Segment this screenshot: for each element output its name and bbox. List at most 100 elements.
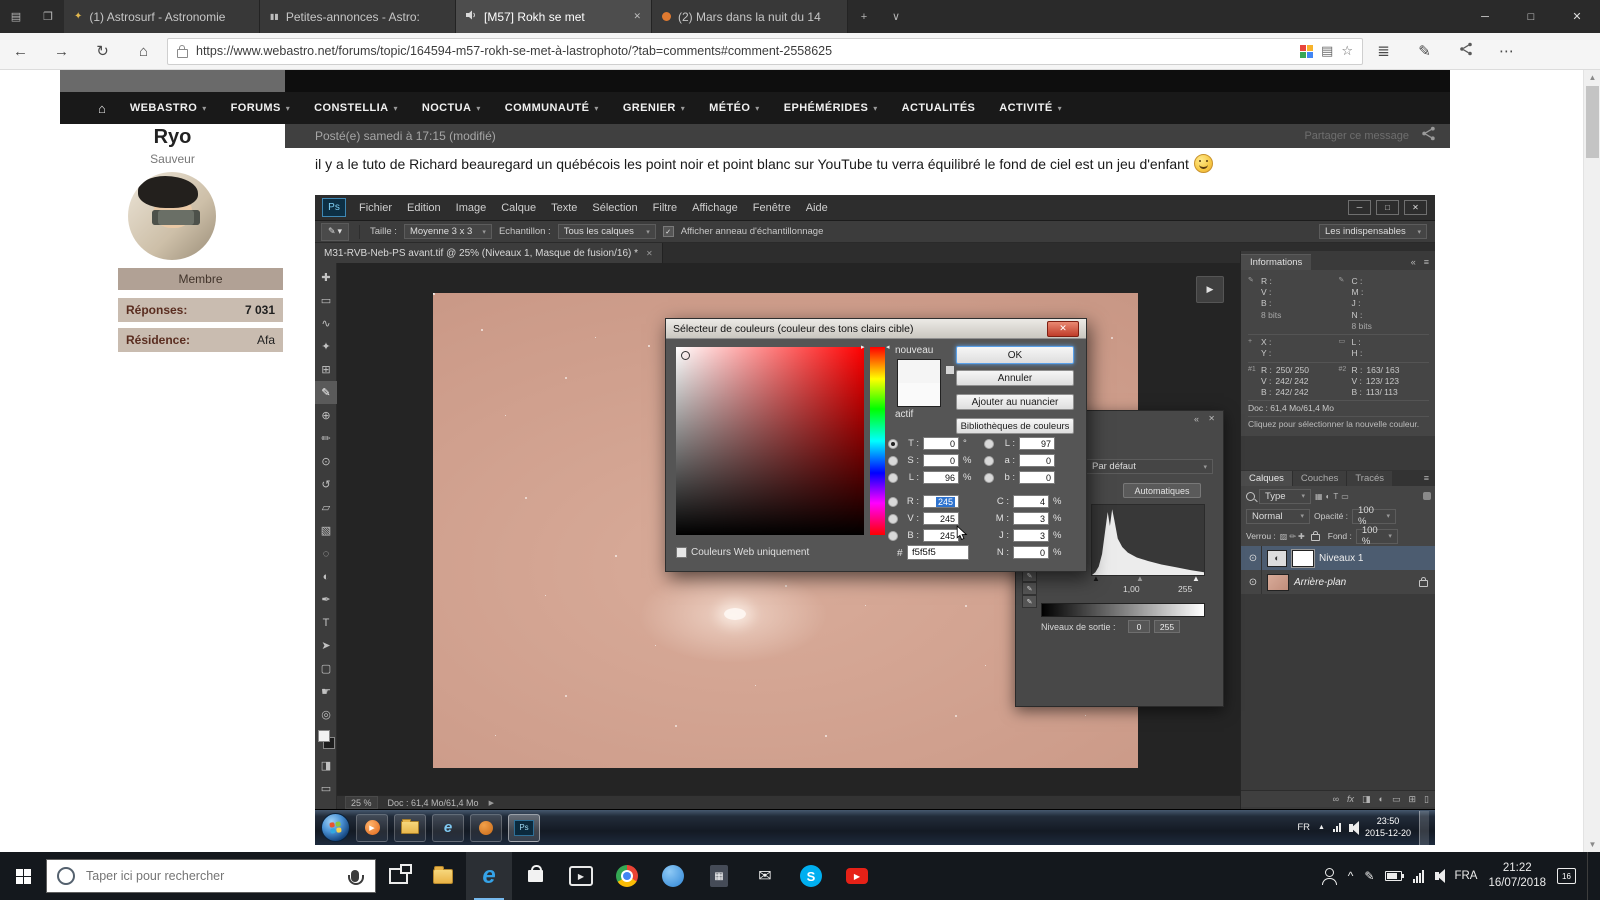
nav-item-actualites[interactable]: ACTUALITÉS [902, 102, 976, 114]
nav-item-activite[interactable]: ACTIVITÉ ▾ [999, 102, 1062, 114]
cortana-icon[interactable] [57, 867, 75, 885]
scroll-up-arrow[interactable]: ▲ [1584, 73, 1600, 82]
link-layers-icon[interactable]: ∞ [1333, 794, 1339, 804]
scroll-down-arrow[interactable]: ▼ [1584, 840, 1600, 849]
windows-ink-pen-icon[interactable]: ✎ [1364, 869, 1374, 883]
window-minimize-button[interactable]: ─ [1462, 0, 1508, 33]
tab-calques[interactable]: Calques [1241, 471, 1292, 486]
share-icon[interactable] [1445, 42, 1486, 60]
mask-thumbnail[interactable] [1291, 548, 1315, 568]
add-mask-icon[interactable]: ◨ [1362, 794, 1371, 805]
dock-collapse-icon[interactable]: « [1411, 257, 1416, 267]
start-button[interactable] [0, 852, 46, 900]
hub-icon[interactable]: ≣ [1363, 42, 1404, 60]
nav-item-forums[interactable]: FORUMS ▾ [231, 102, 291, 114]
network-icon[interactable] [1413, 869, 1425, 883]
speaker-icon[interactable] [1435, 869, 1446, 883]
menu-filtre[interactable]: Filtre [653, 202, 677, 214]
nav-item-grenier[interactable]: GRENIER ▾ [623, 102, 685, 114]
r-input[interactable]: 245 [923, 495, 959, 508]
type-tool[interactable]: T [315, 611, 337, 634]
output-low-field[interactable]: 0 [1128, 620, 1150, 633]
radio-b[interactable] [888, 530, 898, 541]
t-input[interactable]: 0 [923, 437, 959, 450]
refresh-button[interactable]: ↻ [82, 42, 123, 60]
foreground-color[interactable] [318, 730, 330, 742]
taskbar-video-app[interactable]: ▶ [558, 852, 604, 900]
new-adjustment-icon[interactable]: ◐ [1379, 794, 1384, 804]
levels-midtone-value[interactable]: 1,00 [1123, 584, 1140, 594]
show-desktop-button[interactable] [1587, 852, 1594, 900]
menu-texte[interactable]: Texte [551, 202, 577, 214]
hand-tool[interactable]: ☛ [315, 680, 337, 703]
taskbar-youtube[interactable]: ▶ [834, 852, 880, 900]
marquee-tool[interactable]: ▭ [315, 289, 337, 312]
url-text[interactable]: https://www.webastro.net/forums/topic/16… [196, 44, 1292, 58]
win7-show-desktop[interactable] [1419, 810, 1429, 845]
s-input[interactable]: 0 [923, 454, 959, 467]
hue-marker-left[interactable]: ▸ [861, 343, 865, 351]
taskbar-chrome[interactable] [604, 852, 650, 900]
new-group-icon[interactable]: ▭ [1392, 794, 1401, 805]
picker-title-bar[interactable]: Sélecteur de couleurs (couleur des tons … [666, 319, 1086, 339]
nav-item-meteo[interactable]: MÉTÉO ▾ [709, 102, 760, 114]
reading-view-icon[interactable]: ▤ [1321, 43, 1333, 59]
panel-menu-icon[interactable]: ≡ [1424, 473, 1429, 483]
radio-r[interactable] [888, 496, 898, 507]
levels-preset-dropdown[interactable]: Par défaut ▾ [1086, 459, 1213, 474]
c-input[interactable]: 4 [1013, 495, 1049, 508]
panel-collapse-icon[interactable]: « [1194, 414, 1199, 424]
radio-l[interactable] [888, 472, 898, 483]
win7-network-icon[interactable] [1332, 823, 1341, 832]
zoom-level[interactable]: 25 % [345, 796, 378, 809]
layer-thumbnail[interactable] [1267, 573, 1289, 591]
blur-tool[interactable]: ◌ [315, 542, 337, 565]
hue-marker-right[interactable]: ◂ [886, 343, 890, 351]
taskbar-skype[interactable]: S [788, 852, 834, 900]
audio-speaker-icon[interactable] [466, 10, 477, 23]
collapsed-panel-button[interactable]: ▶ [1196, 276, 1224, 303]
new-tab-button[interactable]: + [848, 0, 880, 33]
hidden-icons-chevron[interactable]: ^ [1348, 869, 1354, 883]
layer-name[interactable]: Arrière-plan [1294, 577, 1346, 588]
layer-styles-icon[interactable]: fx [1347, 794, 1354, 804]
fill-dropdown[interactable]: 100 % ▾ [1355, 525, 1398, 547]
menu-aide[interactable]: Aide [806, 202, 828, 214]
browser-tab-mars[interactable]: (2) Mars dans la nuit du 14 [652, 0, 848, 33]
forward-button[interactable]: → [41, 43, 82, 60]
share-post-icon[interactable] [1421, 126, 1436, 146]
window-close-button[interactable]: ✕ [1554, 0, 1600, 33]
delete-layer-icon[interactable]: ▯ [1424, 794, 1429, 805]
b-input[interactable]: 245 [923, 529, 959, 542]
history-brush-tool[interactable]: ↺ [315, 473, 337, 496]
avatar[interactable] [128, 172, 216, 260]
m-input[interactable]: 3 [1013, 512, 1049, 525]
levels-white-value[interactable]: 255 [1178, 584, 1192, 594]
taskbar-calculator[interactable]: ▦ [696, 852, 742, 900]
tab-preview-toggle-icon[interactable]: ▤ [0, 0, 32, 33]
nav-item-noctua[interactable]: NOCTUA ▾ [422, 102, 481, 114]
taskbar-clock[interactable]: 21:22 16/07/2018 [1488, 861, 1546, 891]
nav-item-communaute[interactable]: COMMUNAUTÉ ▾ [505, 102, 599, 114]
dodge-tool[interactable]: ◐ [315, 565, 337, 588]
gray-eyedropper[interactable]: ✎ [1022, 582, 1037, 595]
home-button[interactable]: ⌂ [123, 43, 164, 60]
win7-speaker-icon[interactable] [1348, 820, 1359, 835]
menu-edition[interactable]: Edition [407, 202, 441, 214]
levels-auto-button[interactable]: Automatiques [1123, 483, 1201, 498]
forum-home-icon[interactable]: ⌂ [98, 101, 106, 116]
j-input[interactable]: 3 [1013, 529, 1049, 542]
lock-all-icon[interactable] [1310, 531, 1320, 541]
clone-stamp-tool[interactable]: ⊙ [315, 450, 337, 473]
n-input[interactable]: 0 [1013, 546, 1049, 559]
photoshop-screenshot-image[interactable]: Ps Fichier Edition Image Calque Texte Sé… [315, 195, 1435, 845]
panel-close-icon[interactable]: ✕ [1208, 414, 1215, 423]
path-select-tool[interactable]: ➤ [315, 634, 337, 657]
radio-v[interactable] [888, 513, 898, 524]
nav-item-ephemerides[interactable]: EPHÉMÉRIDES ▾ [784, 102, 878, 114]
hex-input[interactable]: f5f5f5 [907, 545, 969, 560]
layer-name[interactable]: Niveaux 1 [1319, 553, 1363, 564]
radio-lab-l[interactable] [984, 438, 994, 449]
zoom-tool[interactable]: ◎ [315, 703, 337, 726]
brush-tool[interactable]: ✏ [315, 427, 337, 450]
